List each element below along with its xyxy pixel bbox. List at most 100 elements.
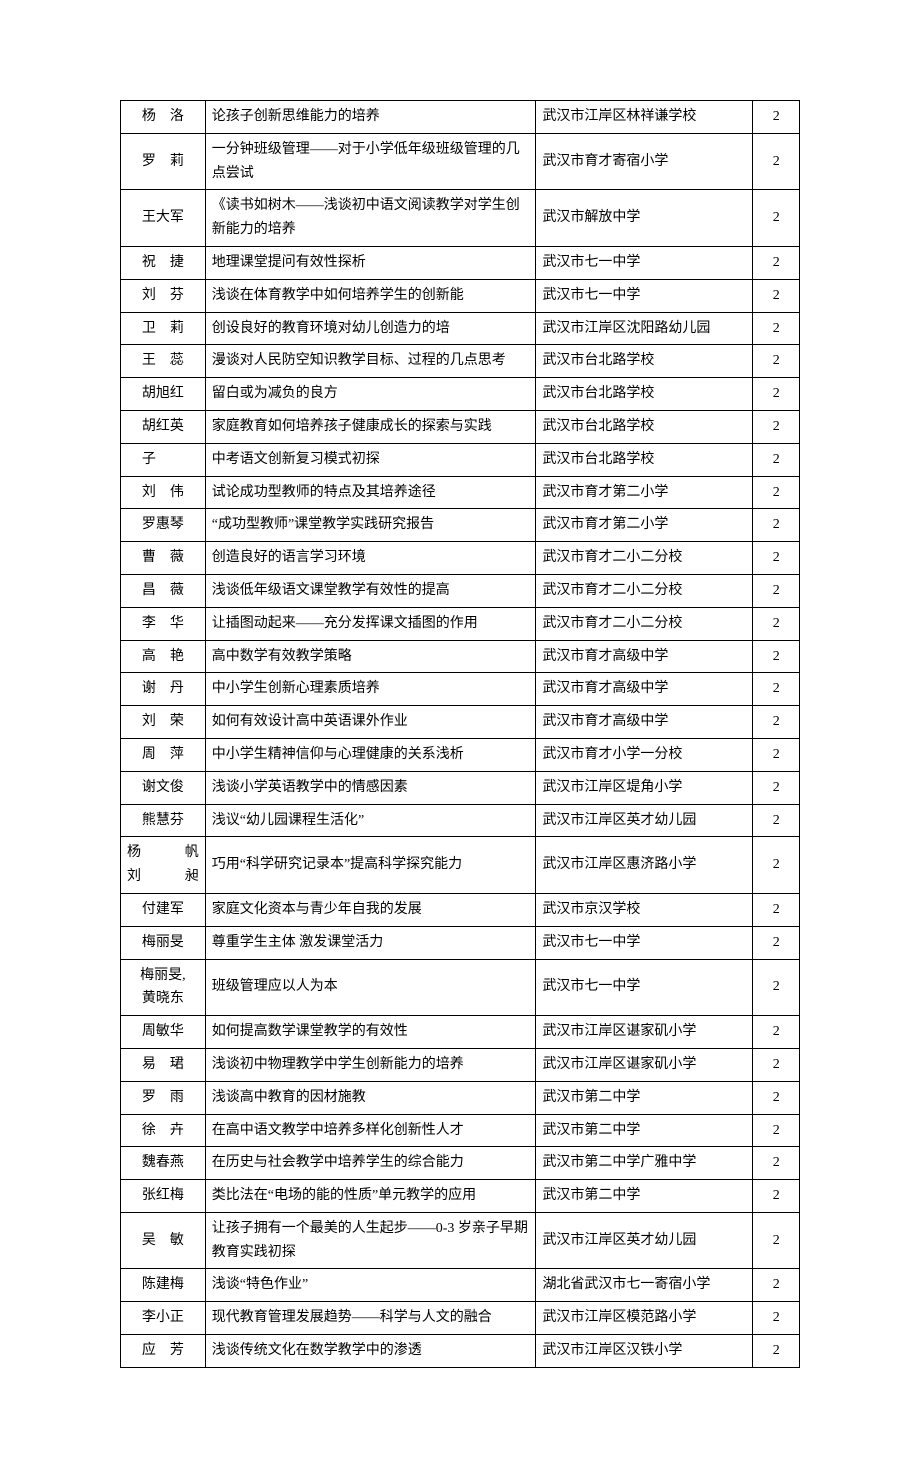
title-cell: 家庭文化资本与青少年自我的发展 [205, 893, 536, 926]
score-cell: 2 [753, 837, 800, 894]
author-cell: 祝 捷 [121, 246, 206, 279]
title-cell: 一分钟班级管理——对于小学低年级班级管理的几点尝试 [205, 133, 536, 190]
score-cell: 2 [753, 1269, 800, 1302]
author-cell: 刘 芬 [121, 279, 206, 312]
table-row: 高 艳高中数学有效教学策略武汉市育才高级中学2 [121, 640, 800, 673]
title-cell: 地理课堂提问有效性探析 [205, 246, 536, 279]
table-row: 梅丽旻尊重学生主体 激发课堂活力武汉市七一中学2 [121, 926, 800, 959]
author-cell: 罗惠琴 [121, 509, 206, 542]
table-row: 王大军《读书如树木——浅谈初中语文阅读教学对学生创新能力的培养武汉市解放中学2 [121, 190, 800, 247]
school-cell: 武汉市第二中学 [536, 1081, 753, 1114]
school-cell: 武汉市江岸区惠济路小学 [536, 837, 753, 894]
school-cell: 武汉市育才高级中学 [536, 640, 753, 673]
table-row: 胡红英家庭教育如何培养孩子健康成长的探索与实践武汉市台北路学校2 [121, 410, 800, 443]
table-row: 曹 薇创造良好的语言学习环境武汉市育才二小二分校2 [121, 542, 800, 575]
score-cell: 2 [753, 410, 800, 443]
table-row: 付建军家庭文化资本与青少年自我的发展武汉市京汉学校2 [121, 893, 800, 926]
table-row: 昌 薇浅谈低年级语文课堂教学有效性的提高武汉市育才二小二分校2 [121, 574, 800, 607]
author-cell: 李小正 [121, 1302, 206, 1335]
author-cell: 周敏华 [121, 1016, 206, 1049]
school-cell: 武汉市江岸区谌家矶小学 [536, 1016, 753, 1049]
school-cell: 武汉市七一中学 [536, 279, 753, 312]
author-cell: 曹 薇 [121, 542, 206, 575]
table-row: 魏春燕在历史与社会教学中培养学生的综合能力武汉市第二中学广雅中学2 [121, 1147, 800, 1180]
score-cell: 2 [753, 640, 800, 673]
table-row: 熊慧芬浅议“幼儿园课程生活化”武汉市江岸区英才幼儿园2 [121, 804, 800, 837]
title-cell: 浅谈“特色作业” [205, 1269, 536, 1302]
table-row: 杨 帆刘 昶巧用“科学研究记录本”提高科学探究能力武汉市江岸区惠济路小学2 [121, 837, 800, 894]
table-row: 罗惠琴“成功型教师”课堂教学实践研究报告武汉市育才第二小学2 [121, 509, 800, 542]
school-cell: 武汉市育才二小二分校 [536, 574, 753, 607]
score-cell: 2 [753, 893, 800, 926]
score-cell: 2 [753, 1335, 800, 1368]
score-cell: 2 [753, 673, 800, 706]
table-row: 应 芳浅谈传统文化在数学教学中的渗透武汉市江岸区汉铁小学2 [121, 1335, 800, 1368]
table-row: 祝 捷地理课堂提问有效性探析武汉市七一中学2 [121, 246, 800, 279]
table-row: 梅丽旻,黄晓东班级管理应以人为本武汉市七一中学2 [121, 959, 800, 1016]
school-cell: 武汉市育才高级中学 [536, 673, 753, 706]
title-cell: 浅谈小学英语教学中的情感因素 [205, 771, 536, 804]
title-cell: 《读书如树木——浅谈初中语文阅读教学对学生创新能力的培养 [205, 190, 536, 247]
author-cell: 罗 雨 [121, 1081, 206, 1114]
table-row: 刘 荣如何有效设计高中英语课外作业武汉市育才高级中学2 [121, 706, 800, 739]
school-cell: 湖北省武汉市七一寄宿小学 [536, 1269, 753, 1302]
score-cell: 2 [753, 1048, 800, 1081]
score-cell: 2 [753, 509, 800, 542]
author-cell: 谢文俊 [121, 771, 206, 804]
author-cell: 杨 帆刘 昶 [121, 837, 206, 894]
author-cell: 王大军 [121, 190, 206, 247]
school-cell: 武汉市江岸区模范路小学 [536, 1302, 753, 1335]
table-row: 刘 伟试论成功型教师的特点及其培养途径武汉市育才第二小学2 [121, 476, 800, 509]
title-cell: 在历史与社会教学中培养学生的综合能力 [205, 1147, 536, 1180]
author-cell: 高 艳 [121, 640, 206, 673]
school-cell: 武汉市育才第二小学 [536, 509, 753, 542]
author-cell: 付建军 [121, 893, 206, 926]
author-cell: 徐 卉 [121, 1114, 206, 1147]
title-cell: 浅谈高中教育的因材施教 [205, 1081, 536, 1114]
author-cell: 李 华 [121, 607, 206, 640]
score-cell: 2 [753, 476, 800, 509]
author-cell: 应 芳 [121, 1335, 206, 1368]
school-cell: 武汉市江岸区英才幼儿园 [536, 1212, 753, 1269]
title-cell: 家庭教育如何培养孩子健康成长的探索与实践 [205, 410, 536, 443]
table-row: 刘 芬浅谈在体育教学中如何培养学生的创新能武汉市七一中学2 [121, 279, 800, 312]
school-cell: 武汉市育才第二小学 [536, 476, 753, 509]
title-cell: 浅谈在体育教学中如何培养学生的创新能 [205, 279, 536, 312]
table-row: 子中考语文创新复习模式初探武汉市台北路学校2 [121, 443, 800, 476]
score-cell: 2 [753, 1114, 800, 1147]
table-row: 吴 敏让孩子拥有一个最美的人生起步——0-3 岁亲子早期教育实践初探武汉市江岸区… [121, 1212, 800, 1269]
score-cell: 2 [753, 133, 800, 190]
score-cell: 2 [753, 706, 800, 739]
school-cell: 武汉市第二中学 [536, 1114, 753, 1147]
title-cell: 中小学生创新心理素质培养 [205, 673, 536, 706]
table-row: 王 蕊漫谈对人民防空知识教学目标、过程的几点思考武汉市台北路学校2 [121, 345, 800, 378]
author-cell: 卫 莉 [121, 312, 206, 345]
title-cell: 班级管理应以人为本 [205, 959, 536, 1016]
school-cell: 武汉市第二中学 [536, 1180, 753, 1213]
score-cell: 2 [753, 279, 800, 312]
title-cell: 浅谈初中物理教学中学生创新能力的培养 [205, 1048, 536, 1081]
title-cell: 浅谈传统文化在数学教学中的渗透 [205, 1335, 536, 1368]
author-cell: 梅丽旻 [121, 926, 206, 959]
title-cell: 巧用“科学研究记录本”提高科学探究能力 [205, 837, 536, 894]
table-row: 周 萍中小学生精神信仰与心理健康的关系浅析武汉市育才小学一分校2 [121, 738, 800, 771]
score-cell: 2 [753, 1016, 800, 1049]
title-cell: 高中数学有效教学策略 [205, 640, 536, 673]
school-cell: 武汉市七一中学 [536, 246, 753, 279]
title-cell: 在高中语文教学中培养多样化创新性人才 [205, 1114, 536, 1147]
author-cell: 王 蕊 [121, 345, 206, 378]
school-cell: 武汉市育才二小二分校 [536, 607, 753, 640]
score-cell: 2 [753, 312, 800, 345]
title-cell: 现代教育管理发展趋势——科学与人文的融合 [205, 1302, 536, 1335]
school-cell: 武汉市台北路学校 [536, 378, 753, 411]
title-cell: 创设良好的教育环境对幼儿创造力的培 [205, 312, 536, 345]
table-row: 罗 莉一分钟班级管理——对于小学低年级班级管理的几点尝试武汉市育才寄宿小学2 [121, 133, 800, 190]
table-row: 张红梅类比法在“电场的能的性质”单元教学的应用武汉市第二中学2 [121, 1180, 800, 1213]
score-cell: 2 [753, 345, 800, 378]
table-row: 杨 洛论孩子创新思维能力的培养武汉市江岸区林祥谦学校2 [121, 101, 800, 134]
author-cell: 周 萍 [121, 738, 206, 771]
author-cell: 胡红英 [121, 410, 206, 443]
score-cell: 2 [753, 574, 800, 607]
author-cell: 昌 薇 [121, 574, 206, 607]
school-cell: 武汉市江岸区谌家矶小学 [536, 1048, 753, 1081]
